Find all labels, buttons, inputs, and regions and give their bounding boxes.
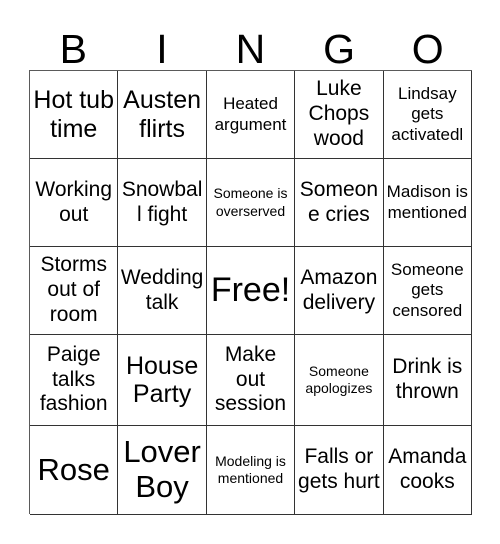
bingo-cell[interactable]: Austen flirts <box>118 71 207 159</box>
bingo-cell-label: Storms out of room <box>40 253 107 326</box>
bingo-cell[interactable]: Working out <box>30 159 119 247</box>
header-letter-text: B <box>59 26 87 72</box>
bingo-cell[interactable]: Heated argument <box>206 71 296 159</box>
bingo-cell-label: Rose <box>37 451 110 487</box>
bingo-cell-label: Someone cries <box>299 177 378 226</box>
header-letter-text: N <box>235 26 266 72</box>
bingo-cell-label: Free! <box>210 270 291 309</box>
bingo-cell[interactable]: Falls or gets hurt <box>295 426 384 515</box>
bingo-cell[interactable]: Someone gets censored <box>383 247 472 335</box>
bingo-cell[interactable]: Lover Boy <box>118 426 207 515</box>
bingo-cell-label: Wedding talk <box>120 265 204 314</box>
bingo-card: B I N G O Hot tub time Austen flirts Hea… <box>0 0 500 544</box>
bingo-cell[interactable]: Madison is mentioned <box>383 159 472 247</box>
bingo-cell-label: Drink is thrown <box>392 355 463 403</box>
bingo-cell-label: Make out session <box>214 342 287 416</box>
bingo-cell[interactable]: Rose <box>30 426 119 515</box>
bingo-cell[interactable]: Someone cries <box>295 159 384 247</box>
bingo-cell[interactable]: Make out session <box>206 335 296 426</box>
bingo-header-letter-b: B <box>29 14 118 70</box>
bingo-cell-label: Madison is mentioned <box>386 182 468 222</box>
bingo-cell[interactable]: Hot tub time <box>30 71 119 159</box>
bingo-cell[interactable]: Amanda cooks <box>383 426 472 515</box>
bingo-cell-label: Falls or gets hurt <box>298 445 380 493</box>
bingo-cell-label: Someone gets censored <box>390 259 464 320</box>
header-letter-text: I <box>156 26 168 72</box>
bingo-cell-label: Hot tub time <box>33 86 114 143</box>
bingo-header-letter-i: I <box>118 14 207 70</box>
bingo-cell[interactable]: Wedding talk <box>118 247 207 335</box>
bingo-cell-label: Austen flirts <box>123 86 202 143</box>
bingo-cell-label: House Party <box>125 351 199 409</box>
bingo-cell[interactable]: Storms out of room <box>30 247 119 335</box>
bingo-header-letter-n: N <box>206 14 295 70</box>
bingo-cell-label: Someone is overserved <box>213 185 288 219</box>
bingo-cell-label: Working out <box>35 177 113 226</box>
bingo-cell-label: Snowball fight <box>121 177 203 226</box>
bingo-cell-label: Amanda cooks <box>388 445 467 493</box>
bingo-header-letter-g: G <box>295 14 384 70</box>
bingo-cell-free-space[interactable]: Free! <box>206 247 296 335</box>
bingo-cell[interactable]: Snowball fight <box>118 159 207 247</box>
bingo-cell[interactable]: Drink is thrown <box>383 335 472 426</box>
bingo-cell-label: Paige talks fashion <box>39 342 108 416</box>
bingo-header-letter-o: O <box>383 14 472 70</box>
bingo-cell[interactable]: Luke Chops wood <box>295 71 384 159</box>
bingo-cell[interactable]: House Party <box>118 335 207 426</box>
bingo-cell-label: Heated argument <box>214 94 287 134</box>
header-letter-text: G <box>323 26 356 72</box>
bingo-cell-label: Amazon delivery <box>300 265 378 314</box>
bingo-cell-label: Modeling is mentioned <box>215 452 286 486</box>
bingo-cell[interactable]: Modeling is mentioned <box>206 426 296 515</box>
bingo-cell[interactable]: Someone apologizes <box>295 335 384 426</box>
bingo-cell[interactable]: Paige talks fashion <box>30 335 119 426</box>
bingo-cell[interactable]: Someone is overserved <box>206 159 296 247</box>
bingo-header-row: B I N G O <box>29 14 472 70</box>
bingo-cell-label: Luke Chops wood <box>308 77 370 150</box>
bingo-cell[interactable]: Lindsay gets activatedl <box>383 71 472 159</box>
bingo-cell[interactable]: Amazon delivery <box>295 247 384 335</box>
bingo-cell-label: Someone apologizes <box>305 362 373 396</box>
bingo-cell-label: Lover Boy <box>123 434 201 504</box>
header-letter-text: O <box>411 26 444 72</box>
bingo-grid: Hot tub time Austen flirts Heated argume… <box>29 70 472 515</box>
bingo-cell-label: Lindsay gets activatedl <box>391 83 464 144</box>
